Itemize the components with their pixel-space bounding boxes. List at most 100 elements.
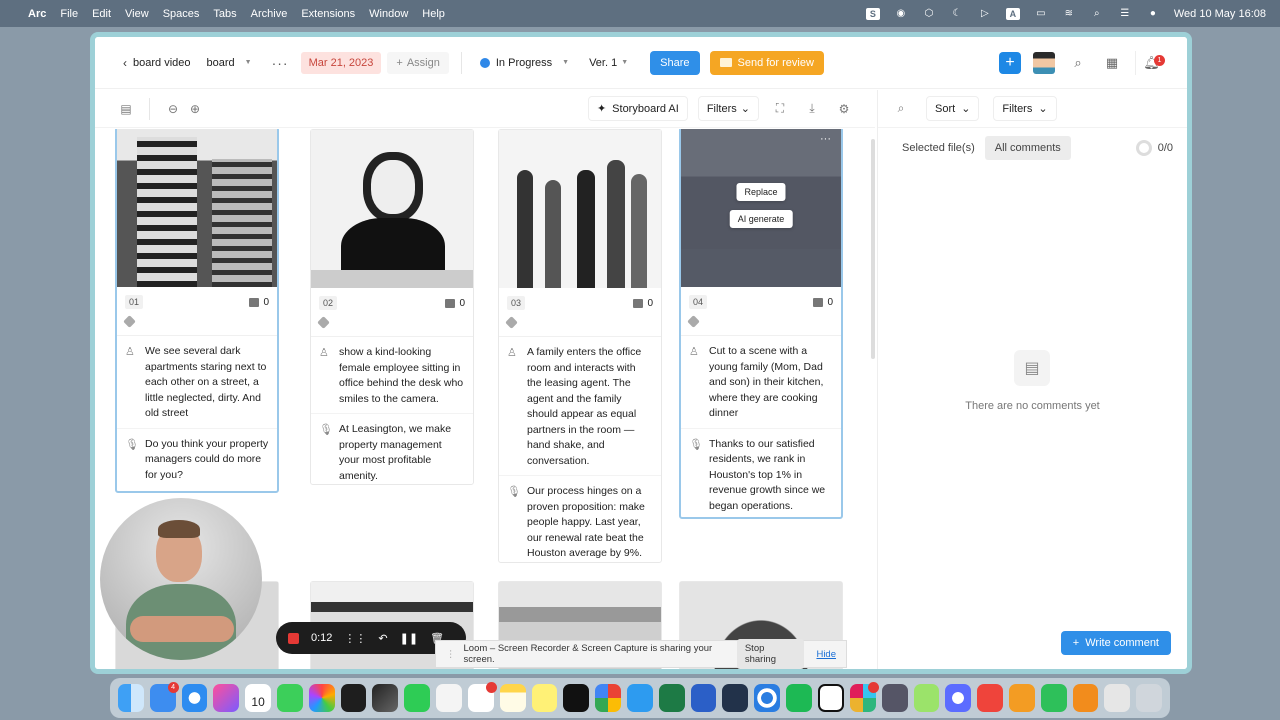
search-icon[interactable]: ⌕	[1067, 52, 1089, 74]
terminal-icon[interactable]	[722, 684, 749, 712]
slack-icon[interactable]	[849, 682, 879, 712]
figma-icon[interactable]	[340, 684, 367, 712]
tag-icon[interactable]	[123, 315, 136, 328]
frame-card-2[interactable]: 02 0 ♙ show a kind-looking female employe…	[310, 129, 474, 485]
frame-image-2[interactable]	[311, 130, 473, 288]
anydesk-icon[interactable]	[977, 684, 1003, 712]
action-description[interactable]: ♙ A family enters the office room and int…	[499, 337, 661, 476]
fullscreen-icon[interactable]: ⛶	[769, 98, 791, 120]
write-comment-button[interactable]: + Write comment	[1060, 631, 1171, 655]
menu-help[interactable]: Help	[422, 8, 445, 20]
action-description[interactable]: ♙ We see several dark apartments staring …	[117, 336, 277, 429]
trash-icon[interactable]	[1136, 684, 1163, 712]
excel-icon[interactable]	[658, 684, 685, 712]
calendar-icon[interactable]: ▦	[1101, 52, 1123, 74]
add-button[interactable]: +	[999, 51, 1021, 74]
books-icon[interactable]	[1072, 684, 1099, 712]
safari-icon[interactable]	[181, 684, 208, 712]
numbers-icon[interactable]	[1040, 684, 1067, 712]
word-icon[interactable]	[690, 684, 717, 712]
spotify-icon[interactable]	[786, 684, 812, 712]
menu-tabs[interactable]: Tabs	[213, 8, 236, 20]
zoom-in-icon[interactable]: ⊕	[184, 98, 206, 120]
share-button[interactable]: Share	[650, 50, 700, 75]
facetime-icon[interactable]	[404, 684, 431, 712]
status-dropdown[interactable]: In Progress ▼	[474, 52, 575, 74]
grammarly-icon[interactable]: ◉	[894, 8, 908, 20]
filters-button[interactable]: Filters ⌄	[697, 96, 759, 121]
wifi-icon[interactable]: ≋	[1062, 8, 1076, 20]
notes-icon[interactable]	[499, 684, 526, 712]
menu-extensions[interactable]: Extensions	[301, 8, 355, 20]
photos-icon[interactable]	[308, 684, 335, 712]
notion-icon[interactable]	[817, 684, 844, 712]
notifications-button[interactable]: 🔔︎ 1	[1135, 50, 1167, 75]
shield-icon[interactable]: ⬡	[922, 8, 936, 20]
play-icon[interactable]: ▷	[978, 8, 992, 20]
app-icon[interactable]	[213, 684, 240, 712]
stop-recording-icon[interactable]	[288, 632, 299, 644]
gear-icon[interactable]: ⚙	[833, 98, 855, 120]
menubar-clock[interactable]: Wed 10 May 16:08	[1174, 8, 1266, 20]
input-source-icon[interactable]: A	[1005, 7, 1020, 20]
messages-icon[interactable]	[277, 684, 303, 712]
control-center-icon[interactable]: ☰	[1118, 8, 1132, 20]
back-to-board-video[interactable]: ‹ board video	[115, 51, 199, 75]
drag-handle-icon[interactable]: ⋮	[446, 649, 456, 660]
finder-icon[interactable]	[117, 684, 144, 712]
comment-count[interactable]: 0	[445, 298, 465, 309]
tag-icon[interactable]	[687, 315, 700, 328]
more-options-icon[interactable]: ···	[272, 55, 289, 71]
ai-generate-button[interactable]: AI generate	[729, 210, 793, 228]
target-icon[interactable]	[754, 684, 780, 712]
menu-view[interactable]: View	[125, 8, 149, 20]
frame-image-3[interactable]	[499, 130, 661, 288]
menu-window[interactable]: Window	[369, 8, 408, 20]
menu-archive[interactable]: Archive	[251, 8, 288, 20]
pages-icon[interactable]	[1009, 684, 1035, 712]
tag-icon[interactable]	[317, 316, 330, 329]
menu-spaces[interactable]: Spaces	[163, 8, 200, 20]
browser-icon[interactable]	[945, 684, 972, 712]
final-cut-icon[interactable]	[372, 684, 399, 712]
battery-icon[interactable]: ▭	[1034, 8, 1048, 20]
tab-all-comments[interactable]: All comments	[984, 136, 1071, 160]
board-dropdown[interactable]: board ▼	[199, 52, 260, 74]
pause-icon[interactable]: ❚❚	[400, 632, 418, 645]
send-for-review-button[interactable]: Send for review	[709, 50, 824, 75]
replace-image-button[interactable]: Replace	[736, 183, 786, 201]
download-icon[interactable]: ⤓	[801, 98, 823, 120]
action-description[interactable]: ♙ show a kind-looking female employee sit…	[311, 337, 473, 414]
apple-tv-icon[interactable]	[563, 684, 590, 712]
assign-button[interactable]: + Assign	[387, 51, 449, 74]
loom-camera-bubble[interactable]	[100, 498, 262, 660]
documents-folder-icon[interactable]	[1104, 684, 1131, 712]
frame-image-1[interactable]	[117, 129, 277, 287]
voiceover-text[interactable]: 🎙︎ Thanks to our satisfied residents, we …	[681, 429, 841, 521]
grid-icon[interactable]: ⋮⋮	[344, 632, 366, 645]
due-date-badge[interactable]: Mar 21, 2023	[300, 51, 382, 74]
mail-icon[interactable]: 4	[149, 682, 179, 712]
voiceover-text[interactable]: 🎙︎ At Leasington, we make property manage…	[311, 414, 473, 490]
table-view-icon[interactable]: ▤	[115, 98, 137, 120]
storyboard-ai-button[interactable]: ✦ Storyboard AI	[587, 96, 688, 121]
menu-edit[interactable]: Edit	[92, 8, 111, 20]
action-description[interactable]: ♙ Cut to a scene with a young family (Mom…	[681, 336, 841, 429]
search-icon[interactable]: ⌕	[1090, 8, 1104, 20]
user-avatar[interactable]	[1033, 51, 1055, 74]
search-icon[interactable]: ⌕	[890, 98, 912, 120]
menu-app-name[interactable]: Arc	[28, 8, 46, 20]
skype-icon[interactable]: S	[865, 7, 880, 20]
comment-count[interactable]: 0	[813, 297, 833, 308]
tab-selected-files[interactable]: Selected file(s)	[892, 136, 985, 160]
voiceover-text[interactable]: 🎙︎ Our process hinges on a proven proposi…	[499, 476, 661, 568]
frog-icon[interactable]	[913, 684, 940, 712]
siri-icon[interactable]: ●	[1146, 8, 1160, 20]
board-scrollbar[interactable]	[871, 139, 875, 359]
comment-count[interactable]: 0	[249, 297, 269, 308]
stop-sharing-button[interactable]: Stop sharing	[736, 639, 805, 669]
keynote-icon[interactable]	[626, 684, 653, 712]
frame-card-4[interactable]: ··· Replace AI generate 04 0 ♙ Cut to a s…	[679, 129, 843, 519]
comment-filters-button[interactable]: Filters ⌄	[993, 96, 1057, 121]
screen-icon[interactable]	[881, 684, 908, 712]
